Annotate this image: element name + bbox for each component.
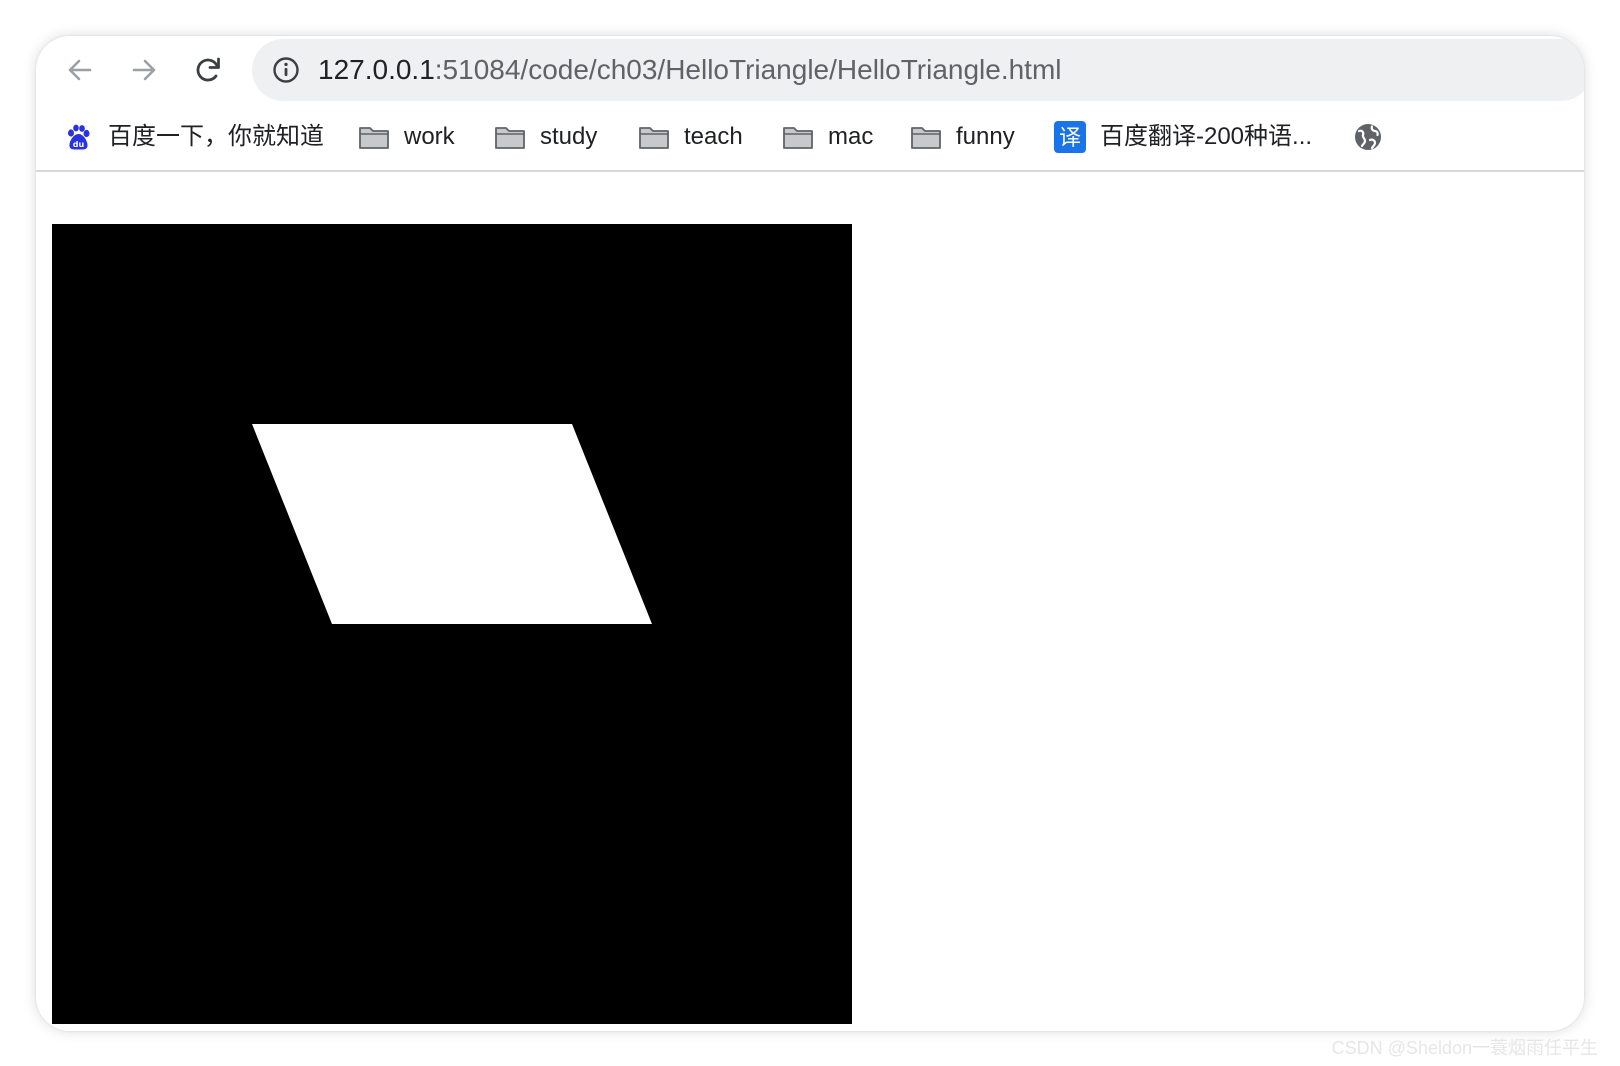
bookmark-label: work bbox=[404, 123, 455, 150]
white-parallelogram bbox=[252, 424, 652, 624]
bookmark-folder-teach[interactable]: teach bbox=[638, 117, 743, 157]
browser-toolbar: 127.0.0.1:51084/code/ch03/HelloTriangle/… bbox=[36, 36, 1584, 104]
svg-text:du: du bbox=[73, 140, 85, 149]
bookmark-folder-funny[interactable]: funny bbox=[910, 117, 1015, 157]
watermark: CSDN @Sheldon一蓑烟雨任平生 bbox=[1331, 1038, 1598, 1058]
globe-icon bbox=[1352, 121, 1384, 153]
arrow-right-icon bbox=[132, 59, 156, 81]
translate-icon: 译 bbox=[1054, 121, 1086, 153]
bookmark-globe[interactable] bbox=[1352, 117, 1384, 157]
browser-window: 127.0.0.1:51084/code/ch03/HelloTriangle/… bbox=[36, 36, 1584, 1031]
bookmark-label: teach bbox=[684, 123, 743, 150]
translate-icon-glyph: 译 bbox=[1059, 126, 1081, 151]
url-path: :51084/code/ch03/HelloTriangle/HelloTria… bbox=[434, 54, 1062, 85]
arrow-left-icon bbox=[68, 59, 92, 81]
bookmark-folder-work[interactable]: work bbox=[358, 117, 455, 157]
bookmark-label: funny bbox=[956, 123, 1015, 150]
webgl-canvas[interactable] bbox=[52, 224, 852, 1024]
info-icon bbox=[273, 57, 299, 83]
folder-icon bbox=[638, 121, 670, 153]
reload-icon bbox=[196, 57, 220, 82]
bookmark-label: 百度一下，你就知道 bbox=[108, 123, 324, 150]
bookmark-baidu[interactable]: du 百度一下，你就知道 bbox=[62, 117, 324, 157]
bookmark-folder-mac[interactable]: mac bbox=[782, 117, 873, 157]
page-content bbox=[36, 172, 1584, 1031]
url-text[interactable]: 127.0.0.1:51084/code/ch03/HelloTriangle/… bbox=[318, 53, 1062, 87]
url-host: 127.0.0.1 bbox=[318, 54, 435, 85]
address-bar[interactable]: 127.0.0.1:51084/code/ch03/HelloTriangle/… bbox=[252, 39, 1584, 101]
folder-icon bbox=[494, 121, 526, 153]
bookmark-label: 百度翻译-200种语... bbox=[1100, 123, 1313, 150]
bookmark-label: mac bbox=[828, 123, 874, 150]
bookmark-baidu-translate[interactable]: 译 百度翻译-200种语... bbox=[1054, 117, 1312, 157]
bookmark-label: study bbox=[540, 123, 598, 150]
back-button[interactable] bbox=[62, 52, 98, 88]
forward-button[interactable] bbox=[126, 52, 162, 88]
bookmarks-bar: du 百度一下，你就知道 work study teach mac funny … bbox=[36, 104, 1584, 170]
bookmark-folder-study[interactable]: study bbox=[494, 117, 597, 157]
folder-icon bbox=[358, 121, 390, 153]
folder-icon bbox=[910, 121, 942, 153]
site-info-button[interactable] bbox=[272, 56, 300, 84]
canvas-drawing bbox=[252, 424, 652, 624]
folder-icon bbox=[782, 121, 814, 153]
reload-button[interactable] bbox=[190, 52, 226, 88]
baidu-paw-icon: du bbox=[62, 121, 94, 153]
